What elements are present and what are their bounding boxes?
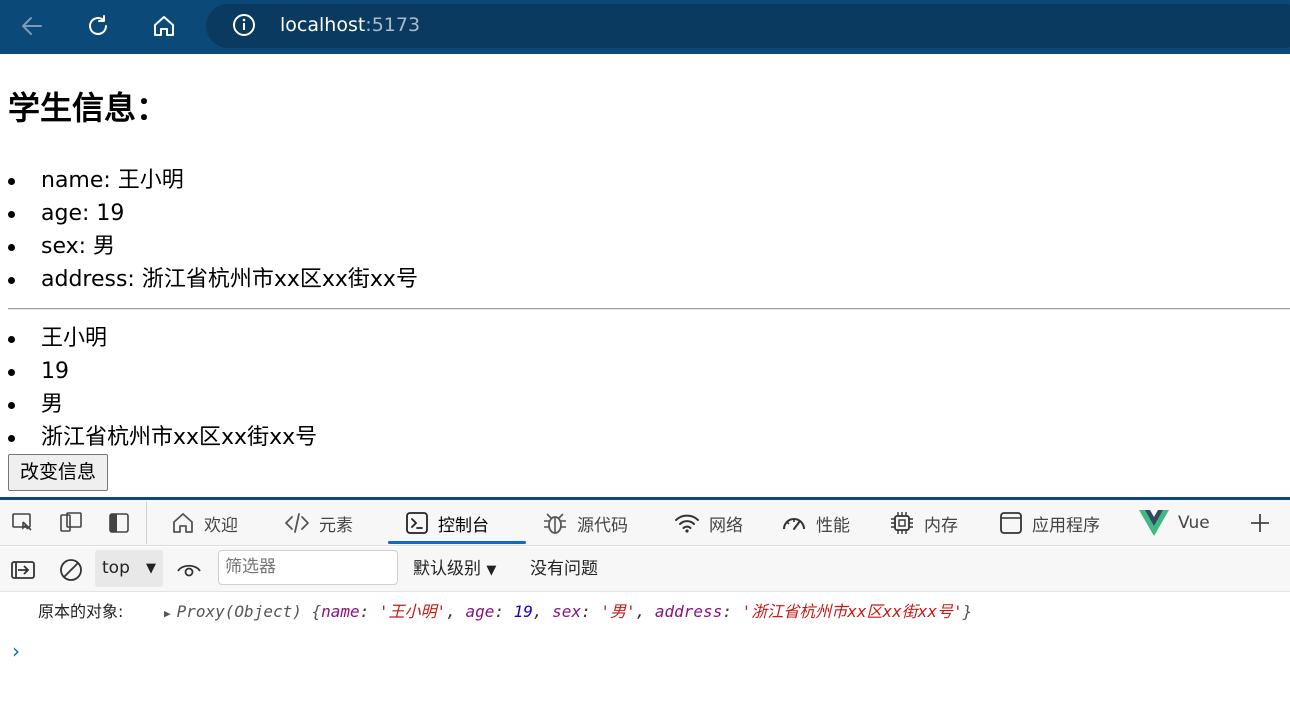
console-toolbar: top ▼ 筛选器 默认级别 ▼ 没有问题 [0, 547, 1290, 592]
object-key: age [465, 602, 495, 621]
list-item: 19 [0, 355, 317, 388]
list-item: 男 [0, 388, 317, 421]
page-title: 学生信息： [8, 89, 169, 127]
list-item: 浙江省杭州市xx区xx街xx号 [0, 421, 317, 454]
refresh-icon [89, 15, 107, 35]
refresh-button[interactable] [81, 9, 115, 43]
issues-counter[interactable]: 没有问题 [530, 547, 598, 591]
tab-label: 内存 [924, 515, 958, 536]
info-icon [233, 14, 255, 36]
page-viewport: 学生信息： name: 王小明 age: 19 sex: 男 address: … [0, 54, 1290, 497]
device-emulation-icon[interactable] [59, 511, 83, 535]
log-label: 原本的对象: [38, 602, 124, 621]
tab-sources[interactable]: 源代码 [541, 500, 628, 546]
back-arrow-icon [22, 17, 42, 35]
change-info-button[interactable]: 改变信息 [8, 454, 109, 491]
list-item: sex: 男 [0, 230, 418, 263]
tab-label: 性能 [816, 515, 850, 536]
object-value: 19 [513, 602, 533, 621]
url-text[interactable]: localhost:5173 [280, 13, 420, 37]
object-prefix: Proxy(Object) { [176, 602, 322, 621]
browser-toolbar: localhost:5173 [0, 0, 1290, 54]
tab-label: 控制台 [438, 515, 489, 536]
object-key: address [654, 602, 723, 621]
object-suffix: } [962, 602, 973, 621]
object-key: sex [552, 602, 582, 621]
back-button[interactable] [15, 9, 49, 43]
object-value: '男' [600, 602, 636, 621]
context-value: top [102, 558, 130, 578]
console-prompt-icon[interactable]: › [12, 639, 20, 663]
tab-welcome[interactable]: 欢迎 [170, 500, 238, 546]
tab-memory[interactable]: 内存 [888, 500, 958, 546]
bug-icon [544, 513, 566, 534]
log-object[interactable]: ▶ Proxy(Object) {name: '王小明', age: 19, se… [164, 601, 972, 625]
tab-vue[interactable]: Vue [1138, 500, 1210, 546]
home-icon [154, 16, 174, 36]
dropdown-arrow-icon: ▼ [486, 563, 497, 578]
object-value: '王小明' [378, 602, 447, 621]
show-sidebar-icon[interactable] [10, 557, 36, 583]
student-detail-list: name: 王小明 age: 19 sex: 男 address: 浙江省杭州市… [0, 164, 418, 296]
tab-performance[interactable]: 性能 [780, 500, 850, 546]
tab-label: Vue [1178, 513, 1210, 533]
inspect-element-icon[interactable] [11, 511, 35, 535]
tab-label: 网络 [709, 515, 743, 536]
tab-label: 欢迎 [204, 515, 238, 536]
home-button[interactable] [147, 9, 181, 43]
dropdown-arrow-icon: ▼ [146, 561, 156, 576]
console-icon [406, 512, 428, 534]
dock-sidebar-icon[interactable] [107, 511, 131, 535]
url-port: :5173 [365, 14, 421, 36]
tab-label: 元素 [319, 515, 353, 536]
log-levels-dropdown[interactable]: 默认级别 ▼ [413, 547, 496, 591]
object-key: name [321, 602, 360, 621]
gauge-icon [783, 518, 805, 530]
devtools-tab-bar: 欢迎 元素 控制台 源代码 网络 性能 内存 应用程序 Vue [0, 500, 1290, 546]
list-item: 王小明 [0, 322, 317, 355]
list-item: name: 王小明 [0, 164, 418, 197]
object-value: '浙江省杭州市xx区xx街xx号' [741, 602, 963, 621]
tab-network[interactable]: 网络 [673, 500, 743, 546]
tab-label: 源代码 [577, 515, 628, 536]
student-value-list: 王小明 19 男 浙江省杭州市xx区xx街xx号 [0, 322, 317, 454]
code-icon [285, 513, 309, 533]
filter-input[interactable]: 筛选器 [218, 550, 398, 585]
console-output: 原本的对象: ▶ Proxy(Object) {name: '王小明', age:… [0, 593, 1290, 708]
divider [8, 308, 1290, 310]
levels-label: 默认级别 [413, 559, 481, 579]
tab-elements[interactable]: 元素 [283, 500, 353, 546]
active-tab-indicator [388, 541, 526, 544]
tab-console[interactable]: 控制台 [404, 500, 489, 546]
expand-triangle-icon[interactable]: ▶ [164, 607, 171, 620]
wifi-icon [675, 514, 699, 533]
context-select[interactable]: top ▼ [95, 550, 163, 587]
tab-label: 应用程序 [1032, 515, 1100, 536]
toolbar-separator [146, 502, 147, 544]
live-expression-eye-icon[interactable] [176, 557, 202, 583]
vue-logo-icon [1139, 510, 1169, 536]
chip-icon [891, 512, 913, 534]
home-icon [173, 513, 193, 533]
tab-application[interactable]: 应用程序 [998, 500, 1100, 546]
add-tab-icon[interactable] [1248, 511, 1272, 535]
list-item: address: 浙江省杭州市xx区xx街xx号 [0, 263, 418, 296]
list-item: age: 19 [0, 197, 418, 230]
url-host: localhost [280, 14, 366, 36]
clear-console-icon[interactable] [58, 557, 84, 583]
app-icon [1000, 512, 1022, 534]
site-info-button[interactable] [232, 13, 256, 37]
